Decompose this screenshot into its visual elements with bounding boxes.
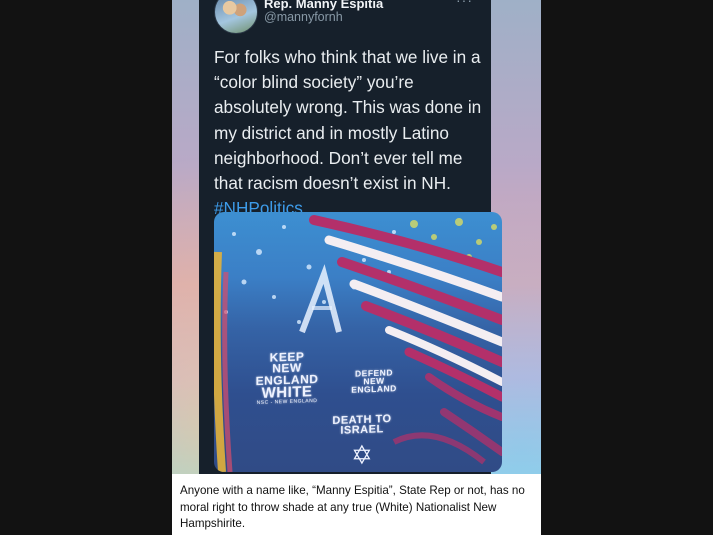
graffiti-defend-new-england: DEFEND NEW ENGLAND <box>344 367 404 395</box>
graffiti-death-to-israel: DEATH TO ISRAEL <box>332 413 392 438</box>
more-horizontal-icon[interactable]: ··· <box>456 0 473 8</box>
graffiti-keep-new-england-white: KEEP NEW ENGLAND WHITE NSC - NEW ENGLAND <box>252 349 322 406</box>
tweet-card[interactable]: Rep. Manny Espitia @mannyfornh ··· For f… <box>199 0 502 474</box>
tweet-body: For folks who think that we live in a “c… <box>214 47 482 194</box>
graffiti-line: NEW ENGLAND <box>351 375 397 395</box>
graffiti-line: ISRAEL <box>340 423 384 438</box>
screenshot-panel: Rep. Manny Espitia @mannyfornh ··· For f… <box>172 0 541 474</box>
tweet-text: For folks who think that we live in a “c… <box>214 45 486 221</box>
user-handle[interactable]: @mannyfornh <box>264 10 343 24</box>
caption-text: Anyone with a name like, “Manny Espitia”… <box>180 484 525 531</box>
avatar[interactable] <box>214 0 258 34</box>
caption-box: Anyone with a name like, “Manny Espitia”… <box>172 474 541 535</box>
tweet-photo[interactable]: KEEP NEW ENGLAND WHITE NSC - NEW ENGLAND… <box>214 212 502 472</box>
star-of-david-icon: ✡ <box>351 440 373 470</box>
